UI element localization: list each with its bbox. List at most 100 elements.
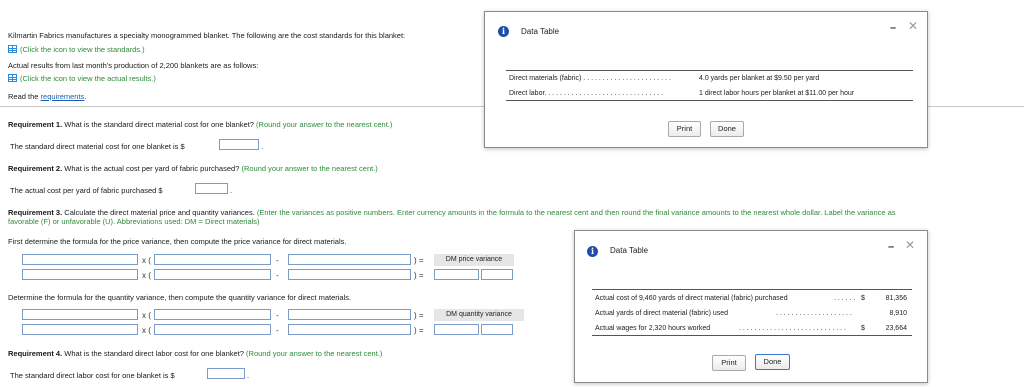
req4-label: Requirement 4. xyxy=(8,349,63,358)
row-dots: . . . . . . . . . . . . . . . . . . . . xyxy=(776,310,852,317)
row-currency: $ xyxy=(861,325,865,332)
minus-sign: - xyxy=(276,271,279,280)
table-bottom-rule xyxy=(592,335,912,336)
standards-link-row[interactable]: (Click the icon to view the standards.) xyxy=(8,45,145,54)
price-variance-amount-input[interactable] xyxy=(434,269,479,280)
row-dots: . . . . . . . . . . . . . . . . . . . . … xyxy=(544,90,664,97)
row-label: Actual yards of direct material (fabric)… xyxy=(595,310,729,317)
actual-cost-per-yard-input[interactable] xyxy=(195,183,228,194)
popup-title: Data Table xyxy=(610,246,649,255)
price-variance-fu-select[interactable] xyxy=(481,269,513,280)
req2-answer-suffix: . xyxy=(230,186,233,195)
req2-question: Requirement 2. What is the actual cost p… xyxy=(8,164,378,173)
req1-question: Requirement 1. What is the standard dire… xyxy=(8,120,392,129)
row-value: 8,910 xyxy=(889,310,907,317)
minimize-icon[interactable]: – xyxy=(888,241,894,253)
intro-text: Kilmartin Fabrics manufactures a special… xyxy=(8,31,406,40)
table-icon[interactable] xyxy=(8,45,17,53)
req2-hint: (Round your answer to the nearest cent.) xyxy=(241,164,378,173)
actual-data-table-popup: i Data Table – ✕ Actual cost of 9,460 ya… xyxy=(574,230,928,383)
actual-results-text: Actual results from last month's product… xyxy=(8,61,259,70)
close-equals-sign: ) = xyxy=(414,326,424,335)
req1-label: Requirement 1. xyxy=(8,120,63,129)
done-button[interactable]: Done xyxy=(755,354,790,370)
read-requirements: Read the requirements. xyxy=(8,92,86,101)
actual-results-link[interactable]: (Click the icon to view the actual resul… xyxy=(20,74,156,83)
standards-data-table-popup: i Data Table – ✕ Direct materials (fabri… xyxy=(484,11,928,148)
req1-answer-prefix: The standard direct material cost for on… xyxy=(10,142,185,151)
dm-quantity-variance-label: DM quantity variance xyxy=(434,309,524,321)
row-label: Actual cost of 9,460 yards of direct mat… xyxy=(595,295,788,302)
qty-value-term2[interactable] xyxy=(154,324,271,335)
price-formula-term3[interactable] xyxy=(288,254,411,265)
row-label: Actual wages for 2,320 hours worked xyxy=(595,325,711,332)
req4-text: What is the standard direct labor cost f… xyxy=(62,349,247,358)
req3-hint-2: favorable (F) or unfavorable (U). Abbrev… xyxy=(8,217,260,226)
qty-variance-fu-select[interactable] xyxy=(481,324,513,335)
row-label: Direct labor xyxy=(509,90,545,97)
read-prefix: Read the xyxy=(8,92,41,101)
info-icon: i xyxy=(587,246,598,257)
row-value: 1 direct labor hours per blanket at $11.… xyxy=(699,90,855,97)
req3-text: Calculate the direct material price and … xyxy=(62,208,257,217)
close-equals-sign: ) = xyxy=(414,256,424,265)
popup-title: Data Table xyxy=(521,27,560,36)
row-dots: . . . . . . . . . . . . . . . . . . . . … xyxy=(739,325,846,332)
std-dm-cost-input[interactable] xyxy=(219,139,259,150)
actual-link-row[interactable]: (Click the icon to view the actual resul… xyxy=(8,74,156,83)
row-currency: $ xyxy=(861,295,865,302)
price-variance-intro: First determine the formula for the pric… xyxy=(8,237,347,246)
table-row: Actual yards of direct material (fabric)… xyxy=(595,310,728,317)
req1-text: What is the standard direct material cos… xyxy=(62,120,257,129)
close-icon[interactable]: ✕ xyxy=(905,238,915,252)
row-dots: . . . . . . . . . . . . . . . . . . . . … xyxy=(581,75,671,82)
standards-link[interactable]: (Click the icon to view the standards.) xyxy=(20,45,145,54)
row-value: 81,356 xyxy=(885,295,907,302)
price-value-term1[interactable] xyxy=(22,269,138,280)
row-value: 4.0 yards per blanket at $9.50 per yard xyxy=(699,75,820,82)
done-button[interactable]: Done xyxy=(710,121,744,137)
price-value-term3[interactable] xyxy=(288,269,411,280)
minus-sign: - xyxy=(276,256,279,265)
minus-sign: - xyxy=(276,326,279,335)
table-top-rule xyxy=(506,70,913,71)
times-open-sign: x ( xyxy=(142,271,151,280)
qty-value-term3[interactable] xyxy=(288,324,411,335)
row-label: Direct materials (fabric) xyxy=(509,75,582,82)
row-dots: . . . . . . xyxy=(834,295,856,302)
minimize-icon[interactable]: – xyxy=(890,22,896,34)
close-icon[interactable]: ✕ xyxy=(908,19,918,33)
price-formula-term2[interactable] xyxy=(154,254,271,265)
minus-sign: - xyxy=(276,311,279,320)
requirements-link[interactable]: requirements xyxy=(41,92,85,101)
quantity-variance-intro: Determine the formula for the quantity v… xyxy=(8,293,352,302)
table-icon[interactable] xyxy=(8,74,17,82)
req3-label: Requirement 3. xyxy=(8,208,63,217)
qty-formula-term2[interactable] xyxy=(154,309,271,320)
price-value-term2[interactable] xyxy=(154,269,271,280)
table-bottom-rule xyxy=(506,100,913,101)
price-formula-term1[interactable] xyxy=(22,254,138,265)
qty-formula-term1[interactable] xyxy=(22,309,138,320)
req1-hint: (Round your answer to the nearest cent.) xyxy=(256,120,393,129)
print-button[interactable]: Print xyxy=(668,121,701,137)
row-value: 23,664 xyxy=(885,325,907,332)
qty-value-term1[interactable] xyxy=(22,324,138,335)
req4-question: Requirement 4. What is the standard dire… xyxy=(8,349,382,358)
req3-hint-1: (Enter the variances as positive numbers… xyxy=(256,208,896,217)
table-row: Actual cost of 9,460 yards of direct mat… xyxy=(595,295,788,302)
times-open-sign: x ( xyxy=(142,326,151,335)
req4-answer-suffix: . xyxy=(247,371,250,380)
qty-formula-term3[interactable] xyxy=(288,309,411,320)
read-suffix: . xyxy=(84,92,87,101)
table-top-rule xyxy=(592,289,912,290)
info-icon: i xyxy=(498,26,509,37)
qty-variance-amount-input[interactable] xyxy=(434,324,479,335)
std-dl-cost-input[interactable] xyxy=(207,368,245,379)
req3-question: Requirement 3. Calculate the direct mate… xyxy=(8,208,896,217)
req4-answer-prefix: The standard direct labor cost for one b… xyxy=(10,371,175,380)
table-row: Direct materials (fabric) . . . . . . . … xyxy=(509,75,671,82)
close-equals-sign: ) = xyxy=(414,311,424,320)
table-row: Direct labor. . . . . . . . . . . . . . … xyxy=(509,90,663,97)
print-button[interactable]: Print xyxy=(712,355,746,371)
